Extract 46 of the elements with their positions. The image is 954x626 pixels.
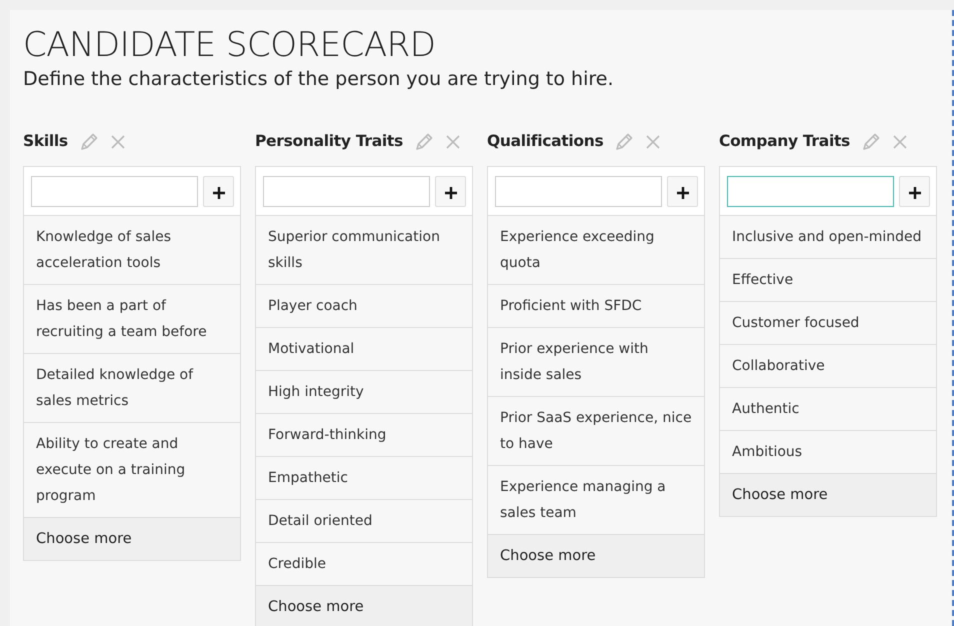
add-item-field[interactable] bbox=[727, 176, 894, 207]
add-button[interactable] bbox=[899, 176, 930, 207]
list-item[interactable]: Detail oriented bbox=[256, 500, 472, 543]
list-item[interactable]: Detailed knowledge of sales metrics bbox=[24, 354, 240, 423]
list-item[interactable]: Experience exceeding quota bbox=[488, 216, 704, 285]
list-item[interactable]: Inclusive and open-minded bbox=[720, 216, 936, 259]
choose-more-link[interactable]: Choose more bbox=[24, 518, 240, 560]
plus-icon bbox=[444, 186, 456, 199]
list-item[interactable]: Customer focused bbox=[720, 302, 936, 345]
column-heading: Skills bbox=[23, 131, 68, 152]
pencil-icon[interactable] bbox=[860, 130, 882, 153]
list-item[interactable]: Player coach bbox=[256, 284, 472, 328]
add-button[interactable] bbox=[667, 176, 698, 207]
list-item[interactable]: Knowledge of sales acceleration tools bbox=[24, 216, 240, 285]
add-button[interactable] bbox=[203, 176, 234, 207]
list-item[interactable]: Prior SaaS experience, nice to have bbox=[488, 396, 704, 466]
add-button[interactable] bbox=[435, 176, 466, 207]
choose-more-link[interactable]: Choose more bbox=[488, 534, 704, 577]
close-icon[interactable] bbox=[110, 134, 126, 150]
column-heading: Personality Traits bbox=[255, 131, 403, 152]
add-item-field[interactable] bbox=[263, 176, 430, 207]
list-item[interactable]: Proficient with SFDC bbox=[488, 284, 704, 328]
add-item-field[interactable] bbox=[31, 176, 198, 207]
choose-more-link[interactable]: Choose more bbox=[256, 586, 472, 626]
plus-icon bbox=[908, 186, 920, 199]
list-item[interactable]: Prior experience with inside sales bbox=[488, 328, 704, 397]
list-item[interactable]: Effective bbox=[720, 258, 936, 302]
column-heading: Qualifications bbox=[487, 131, 604, 152]
column-heading: Company Traits bbox=[719, 131, 850, 152]
page-subtitle: Define the characteristics of the person you are trying to hire. bbox=[23, 67, 614, 92]
list-item[interactable]: Authentic bbox=[720, 388, 936, 431]
list-item[interactable]: Has been a part of recruiting a team before bbox=[24, 284, 240, 354]
close-icon[interactable] bbox=[444, 134, 461, 150]
plus-icon bbox=[676, 186, 688, 199]
close-icon[interactable] bbox=[892, 134, 908, 150]
list-item[interactable]: Empathetic bbox=[256, 456, 472, 500]
list-item[interactable]: Forward-thinking bbox=[256, 414, 472, 457]
list-item[interactable]: Motivational bbox=[256, 328, 472, 371]
plus-icon bbox=[212, 186, 224, 199]
list-item[interactable]: High integrity bbox=[256, 370, 472, 414]
close-icon[interactable] bbox=[645, 134, 662, 150]
list-item[interactable]: Collaborative bbox=[720, 344, 936, 388]
list-item[interactable]: Superior communication skills bbox=[256, 216, 472, 285]
page-title: CANDIDATE SCORECARD bbox=[23, 26, 436, 66]
choose-more-link[interactable]: Choose more bbox=[720, 474, 936, 516]
add-item-field[interactable] bbox=[495, 176, 662, 207]
